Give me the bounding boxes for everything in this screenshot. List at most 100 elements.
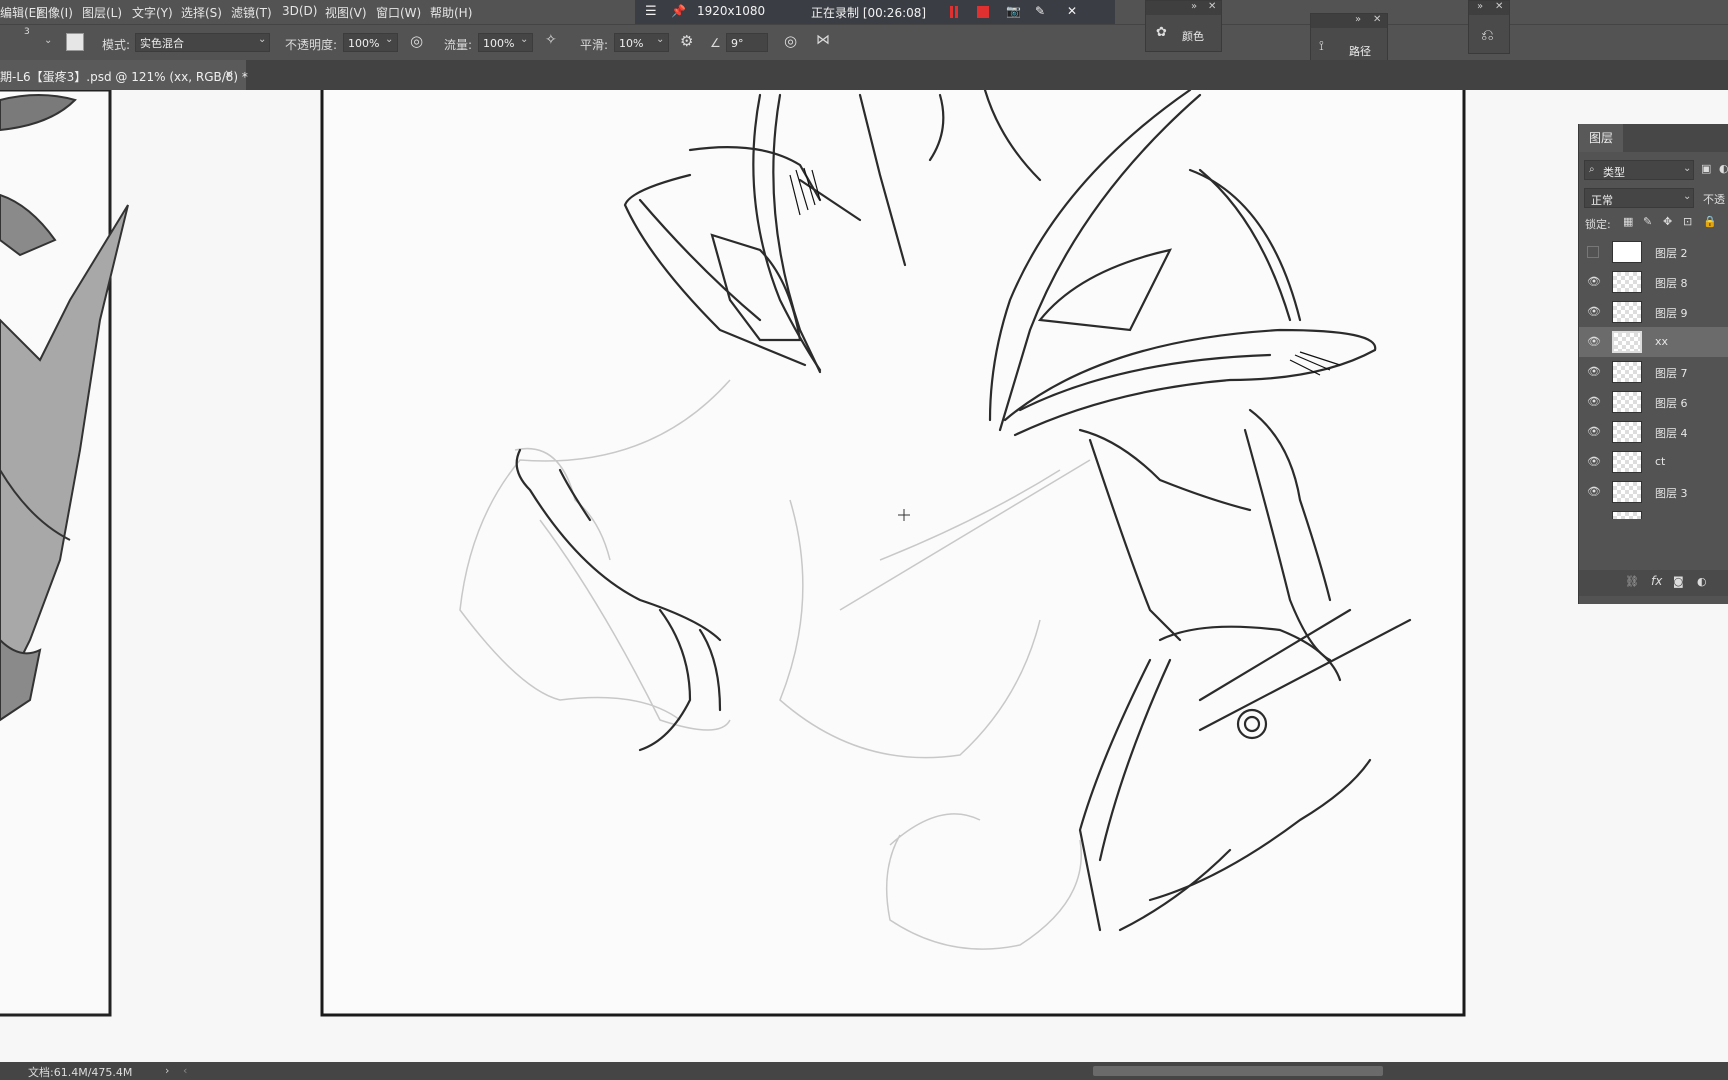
pin-icon[interactable]: 📌 (671, 4, 686, 18)
chevron-right-icon[interactable]: › (165, 1064, 169, 1077)
airbrush-icon[interactable]: ✧ (545, 32, 557, 48)
angle-icon: ∠ (710, 36, 721, 50)
camera-icon[interactable]: 📷 (1006, 4, 1021, 18)
lock-move-icon[interactable]: ✥ (1663, 215, 1672, 228)
image-filter-icon[interactable]: ▣ (1701, 162, 1711, 175)
chevron-down-icon: ⌄ (1683, 191, 1692, 202)
visibility-toggle[interactable] (1587, 246, 1599, 258)
menu-view[interactable]: 视图(V) (325, 4, 367, 21)
brush-settings-icon[interactable] (66, 33, 84, 51)
layer-name: 图层 8 (1655, 277, 1688, 290)
pressure-size-icon[interactable]: ◎ (784, 32, 797, 50)
eye-icon[interactable]: 👁 (1587, 276, 1601, 288)
color-panel-collapsed[interactable]: » ✕ ✿ 颜色 (1145, 0, 1222, 52)
canvas-workspace[interactable] (0, 90, 1728, 1062)
eye-icon[interactable]: 👁 (1587, 486, 1601, 498)
history-icon: ⎌ (1481, 25, 1494, 44)
layer-list: 图层 2 👁 图层 8 👁 图层 9 👁 xx 👁 图层 7 👁 图层 6 👁 … (1579, 237, 1728, 567)
pen-icon[interactable]: ✎ (1035, 4, 1045, 18)
gear-icon[interactable]: ⚙ (680, 32, 693, 50)
pause-icon[interactable] (950, 6, 953, 18)
mask-icon[interactable]: ◙ (1673, 575, 1684, 588)
close-icon[interactable]: ✕ (1373, 14, 1381, 25)
eye-icon[interactable]: 👁 (1587, 426, 1601, 438)
eye-icon[interactable]: 👁 (1587, 306, 1601, 318)
menu-help[interactable]: 帮助(H) (430, 4, 472, 21)
layer-thumbnail (1612, 331, 1642, 353)
eye-icon[interactable]: 👁 (1587, 336, 1601, 348)
sketch-canvas[interactable] (0, 90, 1728, 1062)
layer-thumbnail (1612, 511, 1642, 519)
layer-name: ct (1655, 455, 1666, 468)
layer-thumbnail (1612, 361, 1642, 383)
layer-row[interactable]: 👁 图层 7 (1579, 357, 1728, 387)
flow-label: 流量: (444, 38, 473, 52)
adjustment-layer-icon[interactable]: ◐ (1697, 575, 1707, 588)
stop-icon[interactable] (977, 6, 989, 18)
close-tab-icon[interactable]: × (224, 67, 234, 81)
horizontal-scrollbar[interactable] (1093, 1066, 1383, 1076)
layer-name: 图层 2 (1655, 247, 1688, 260)
lock-artboard-icon[interactable]: ⊡ (1683, 215, 1692, 228)
layer-row-partial[interactable] (1579, 507, 1728, 519)
layer-filter-dropdown[interactable]: ⌕ 类型 ⌄ (1584, 160, 1694, 180)
menu-filter[interactable]: 滤镜(T) (231, 4, 272, 21)
pressure-opacity-icon[interactable]: ◎ (410, 32, 423, 50)
lock-all-icon[interactable]: 🔒 (1703, 215, 1717, 228)
expand-icon[interactable]: » (1355, 14, 1361, 25)
link-layers-icon[interactable]: ⛓ (1625, 575, 1639, 588)
symmetry-icon[interactable]: ⋈ (816, 32, 830, 48)
scroll-left-icon[interactable]: ‹ (183, 1064, 187, 1077)
main-panel-frame (320, 90, 1466, 1017)
layer-row[interactable]: 图层 2 (1579, 237, 1728, 267)
menu-type[interactable]: 文字(Y) (132, 4, 173, 21)
layer-name: 图层 4 (1655, 427, 1688, 440)
blend-mode-dropdown[interactable]: 正常 ⌄ (1584, 188, 1694, 208)
menu-select[interactable]: 选择(S) (181, 4, 222, 21)
document-tab[interactable]: 期-L6【蛋疼3】.psd @ 121% (xx, RGB/8) * × (0, 60, 248, 90)
menu-edit[interactable]: 编辑(E) (0, 4, 41, 21)
menu-3d[interactable]: 3D(D) (282, 4, 317, 18)
brush-preset-chevron-icon[interactable]: ⌄ (44, 35, 52, 46)
fx-icon[interactable]: fx (1651, 574, 1662, 588)
menu-image[interactable]: 图像(I) (36, 4, 73, 21)
close-icon[interactable]: ✕ (1495, 1, 1503, 12)
layer-row[interactable]: 👁 图层 9 (1579, 297, 1728, 327)
expand-icon[interactable]: » (1477, 1, 1483, 12)
close-icon[interactable]: ✕ (1208, 1, 1216, 12)
layer-opacity-label: 不透 (1703, 193, 1725, 206)
mode-dropdown[interactable]: 实色混合 (135, 33, 270, 52)
expand-icon[interactable]: » (1191, 1, 1197, 12)
angle-input[interactable]: 9° (726, 33, 768, 52)
layer-row[interactable]: 👁 图层 3 (1579, 477, 1728, 507)
history-panel-collapsed[interactable]: » ✕ ⎌ (1468, 0, 1510, 54)
layer-row[interactable]: 👁 图层 6 (1579, 387, 1728, 417)
layer-row[interactable]: 👁 ct (1579, 447, 1728, 477)
close-recorder-icon[interactable]: ✕ (1067, 4, 1077, 18)
menu-window[interactable]: 窗口(W) (376, 4, 421, 21)
blend-mode-value: 正常 (1591, 194, 1613, 207)
lock-paint-icon[interactable]: ✎ (1643, 215, 1652, 228)
layer-filter-value: 类型 (1603, 166, 1625, 179)
adjustment-filter-icon[interactable]: ◐ (1719, 162, 1728, 175)
layer-row[interactable]: 👁 图层 4 (1579, 417, 1728, 447)
paths-panel-label: 路径 (1349, 45, 1371, 58)
layers-tab[interactable]: 图层 (1579, 124, 1623, 152)
layers-footer: ⛓ fx ◙ ◐ (1579, 570, 1728, 596)
pause-icon-bar (955, 6, 958, 18)
layer-row-selected[interactable]: 👁 xx (1579, 327, 1728, 357)
smoothing-chevron-icon[interactable]: ⌄ (656, 34, 664, 45)
paths-panel-collapsed[interactable]: » ✕ ⟟ 路径 (1310, 13, 1388, 67)
hamburger-icon[interactable]: ☰ (645, 4, 657, 19)
eye-icon[interactable]: 👁 (1587, 396, 1601, 408)
layer-row[interactable]: 👁 图层 8 (1579, 267, 1728, 297)
opacity-chevron-icon[interactable]: ⌄ (385, 34, 393, 45)
menu-layer[interactable]: 图层(L) (82, 4, 122, 21)
document-tab-bar: 期-L6【蛋疼3】.psd @ 121% (xx, RGB/8) * × (0, 60, 1728, 90)
lock-transparent-icon[interactable]: ▦ (1623, 215, 1633, 228)
eye-icon[interactable]: 👁 (1587, 456, 1601, 468)
eye-icon[interactable]: 👁 (1587, 366, 1601, 378)
lock-label: 锁定: (1585, 218, 1611, 231)
mode-label: 模式: (102, 38, 131, 52)
flow-chevron-icon[interactable]: ⌄ (520, 34, 528, 45)
